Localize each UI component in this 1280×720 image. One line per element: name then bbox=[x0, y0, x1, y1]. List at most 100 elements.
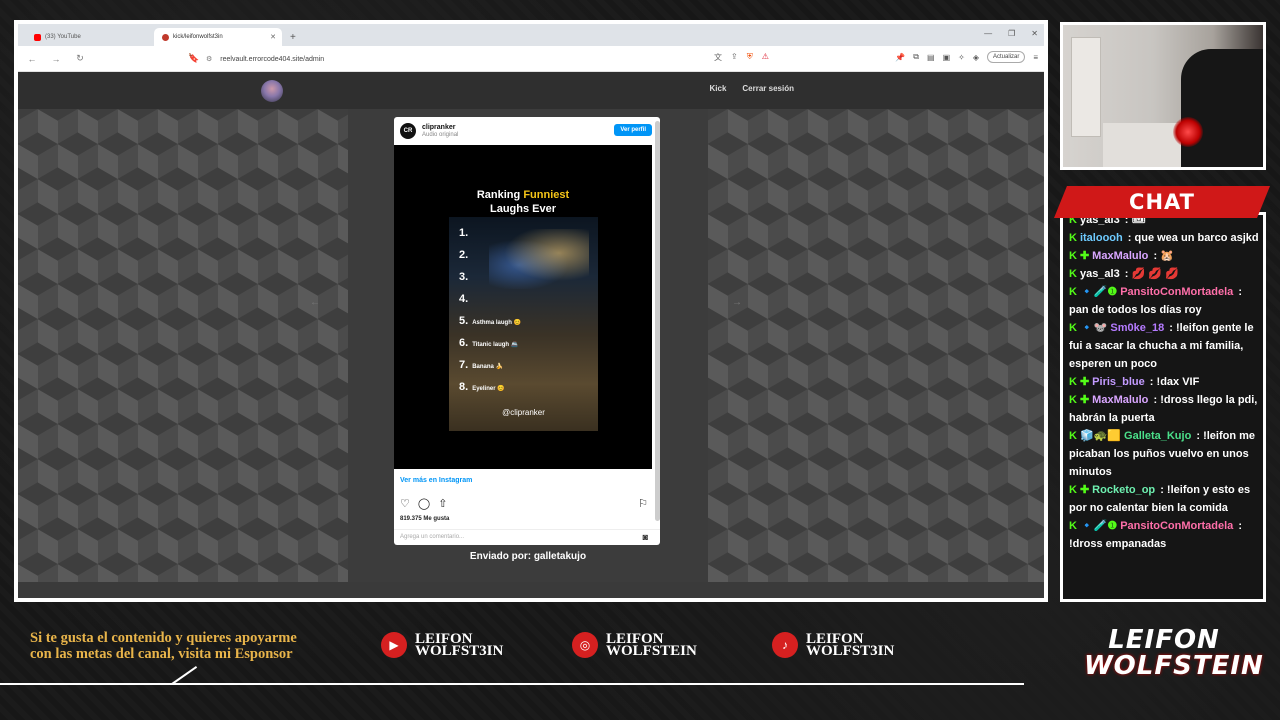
chat-username[interactable]: italoooh bbox=[1080, 232, 1123, 244]
rank-item: 7. Banana 🍌 bbox=[459, 359, 599, 381]
avatar[interactable]: CR bbox=[400, 123, 416, 139]
video-title-highlight: Funniest bbox=[523, 189, 570, 201]
wallet-icon[interactable]: ▣ bbox=[943, 53, 951, 62]
content-column: CR clipranker Audio original Ver perfil … bbox=[348, 109, 708, 582]
rank-number: 2. bbox=[459, 249, 469, 261]
rank-number: 1. bbox=[459, 227, 469, 239]
site-info-icon[interactable]: ⚙ bbox=[206, 55, 212, 63]
sidebar-icon[interactable]: ▤ bbox=[927, 53, 935, 62]
share-icon[interactable]: ⇧ bbox=[438, 497, 447, 510]
share-icon[interactable]: ⇪ bbox=[731, 52, 738, 63]
kick-badge-icon: K bbox=[1069, 430, 1077, 442]
kick-badge-icon: K bbox=[1069, 232, 1077, 244]
prev-arrow-icon[interactable]: ← bbox=[310, 297, 320, 308]
translate-icon[interactable]: 文 bbox=[714, 52, 722, 63]
heart-icon[interactable]: ♡ bbox=[400, 497, 410, 510]
site-header: Kick Cerrar sesión bbox=[18, 72, 1044, 109]
minimize-icon[interactable]: — bbox=[984, 29, 992, 38]
social-line2: WOLFST3IN bbox=[806, 643, 895, 659]
user-badges: 🔹🧪❶ bbox=[1079, 520, 1118, 532]
youtube-icon: ▶ bbox=[381, 632, 407, 658]
video-player[interactable]: Ranking Funniest Laughs Ever 1. 2. 3. 4. 5. A… bbox=[394, 145, 652, 469]
username[interactable]: clipranker bbox=[422, 124, 458, 132]
view-profile-button[interactable]: Ver perfil bbox=[614, 124, 652, 136]
social-text: LEIFON WOLFSTEIN bbox=[606, 632, 697, 659]
tiktok-icon: ♪ bbox=[772, 632, 798, 658]
account-info: clipranker Audio original bbox=[422, 124, 458, 138]
chat-username[interactable]: PansitoConMortadela bbox=[1120, 286, 1233, 298]
forward-icon[interactable]: → bbox=[50, 54, 62, 64]
kick-badge-icon: K bbox=[1069, 286, 1077, 298]
chat-username[interactable]: MaxMalulo bbox=[1092, 250, 1148, 262]
rank-number: 5. bbox=[459, 315, 469, 327]
rank-label: Titanic laugh 🚢 bbox=[472, 342, 519, 348]
tab-label: (33) YouTube bbox=[45, 34, 81, 40]
bookmark-icon[interactable]: 🔖 bbox=[188, 53, 200, 64]
nav-logout-link[interactable]: Cerrar sesión bbox=[742, 84, 794, 93]
chat-message: K 🧊🐢🟨 Galleta_Kujo : !leifon me picaban lo… bbox=[1069, 427, 1259, 481]
tab-label: kick/leifonwolfst3in bbox=[173, 34, 223, 40]
reload-icon[interactable]: ↻ bbox=[74, 53, 86, 64]
chat-messages: Kyas_al3 : 🎟 Kitaloooh : que wea un barco… bbox=[1069, 215, 1259, 553]
chat-username[interactable]: Sm0ke_18 bbox=[1110, 322, 1164, 334]
rank-number: 7. bbox=[459, 359, 469, 371]
chat-username[interactable]: MaxMalulo bbox=[1092, 394, 1148, 406]
chat-separator: : bbox=[1146, 376, 1157, 388]
social-line2: WOLFSTEIN bbox=[606, 643, 697, 659]
comment-icon[interactable]: ◯ bbox=[418, 497, 430, 510]
restore-icon[interactable]: ❐ bbox=[1008, 29, 1015, 38]
rank-item: 5. Asthma laugh 😊 bbox=[459, 315, 599, 337]
chat-separator: : bbox=[1235, 520, 1243, 532]
user-badges: 🔹🧪❶ bbox=[1079, 286, 1118, 298]
chat-message: K ✚ MaxMalulo : 🐹 bbox=[1069, 247, 1259, 265]
tab-youtube[interactable]: (33) YouTube bbox=[26, 28, 154, 46]
instagram-embed: CR clipranker Audio original Ver perfil … bbox=[394, 117, 660, 545]
chat-username[interactable]: Galleta_Kujo bbox=[1124, 430, 1191, 442]
webcam-chair bbox=[1181, 49, 1263, 167]
chat-username[interactable]: Rocketo_op bbox=[1092, 484, 1155, 496]
chat-separator: : bbox=[1193, 430, 1204, 442]
warning-icon[interactable]: ⚠ bbox=[762, 52, 769, 63]
menu-icon[interactable]: ≡ bbox=[1033, 53, 1038, 62]
vpn-icon[interactable]: ◈ bbox=[973, 53, 979, 62]
close-tab-icon[interactable]: ✕ bbox=[270, 33, 276, 41]
rank-label: Eyeliner 😊 bbox=[472, 386, 505, 392]
nav-kick-link[interactable]: Kick bbox=[710, 84, 727, 93]
sent-by-label: Enviado por: galletakujo bbox=[469, 551, 587, 562]
chat-message: K ✚ Piris_blue : !dax VIF bbox=[1069, 373, 1259, 391]
puzzle-icon[interactable]: ✧ bbox=[958, 53, 965, 62]
chat-username[interactable]: yas_al3 bbox=[1080, 268, 1120, 280]
site-nav: Kick Cerrar sesión bbox=[710, 84, 795, 93]
brave-shield-icon[interactable]: ⛨ bbox=[747, 52, 753, 63]
webcam-feed bbox=[1060, 22, 1266, 170]
view-more-link[interactable]: Ver más en Instagram bbox=[400, 477, 472, 484]
rank-number: 8. bbox=[459, 381, 469, 393]
tab-kick[interactable]: kick/leifonwolfst3in ✕ bbox=[154, 28, 282, 46]
pin-icon[interactable]: 📌 bbox=[895, 53, 905, 62]
next-arrow-icon[interactable]: → bbox=[732, 297, 742, 308]
close-window-icon[interactable]: ✕ bbox=[1031, 29, 1038, 38]
back-icon[interactable]: ← bbox=[26, 54, 38, 64]
kick-favicon-icon bbox=[162, 33, 169, 41]
chat-text: !dross empanadas bbox=[1069, 538, 1167, 550]
rank-item: 8. Eyeliner 😊 bbox=[459, 381, 599, 403]
chat-title: CHAT bbox=[1129, 190, 1195, 214]
bookmark-icon[interactable]: ⚐ bbox=[638, 497, 648, 510]
chat-username[interactable]: Piris_blue bbox=[1092, 376, 1145, 388]
chat-text: 💋 💋 💋 bbox=[1131, 268, 1179, 280]
kick-badge-icon: K bbox=[1069, 268, 1077, 280]
user-badges: ✚ bbox=[1079, 250, 1090, 262]
extensions-icon[interactable]: ⧉ bbox=[913, 52, 919, 62]
url-field[interactable]: ⚙ reelvault.errorcode404.site/admin bbox=[206, 51, 726, 67]
new-tab-button[interactable]: + bbox=[282, 32, 304, 46]
comment-input[interactable]: Agrega un comentario... ◙ bbox=[394, 529, 660, 545]
chat-text: pan de todos los días roy bbox=[1069, 304, 1202, 316]
instagram-logo-icon[interactable]: ◙ bbox=[643, 532, 648, 542]
chat-username[interactable]: PansitoConMortadela bbox=[1120, 520, 1233, 532]
instagram-icon: ◎ bbox=[572, 632, 598, 658]
update-button[interactable]: Actualizar bbox=[986, 51, 1026, 63]
rank-item: 4. bbox=[459, 293, 599, 315]
chat-separator: : bbox=[1121, 268, 1132, 280]
embed-scrollbar[interactable] bbox=[655, 121, 660, 521]
site-logo-icon[interactable] bbox=[261, 80, 283, 102]
